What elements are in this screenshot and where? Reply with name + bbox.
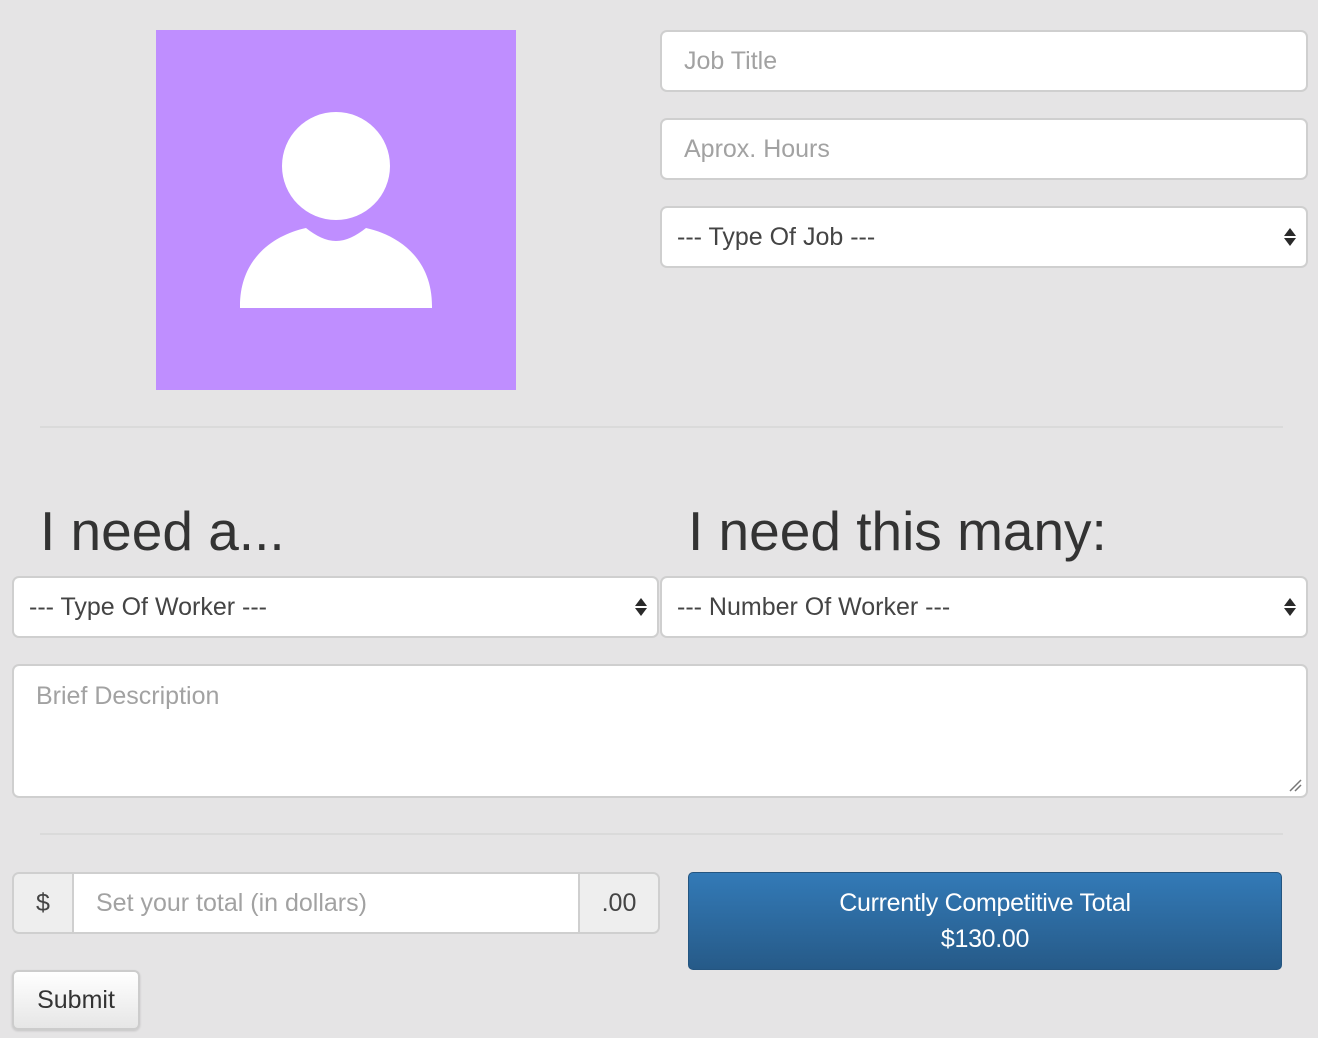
worker-count-select[interactable]: --- Number Of Worker ---: [660, 576, 1308, 638]
competitive-total-label: Currently Competitive Total: [839, 889, 1131, 917]
section-divider: [40, 426, 1283, 428]
resize-handle-icon[interactable]: [1288, 778, 1302, 792]
select-arrows-icon: [1284, 228, 1296, 246]
cents-addon: .00: [578, 874, 658, 932]
worker-type-select[interactable]: --- Type Of Worker ---: [12, 576, 659, 638]
worker-type-selected-value: --- Type Of Worker ---: [29, 592, 267, 621]
brief-description-placeholder: Brief Description: [36, 682, 220, 710]
section-divider: [40, 833, 1283, 835]
total-amount-input[interactable]: Set your total (in dollars): [74, 874, 578, 932]
brief-description-textarea[interactable]: Brief Description: [12, 664, 1308, 798]
user-silhouette-icon: [240, 112, 432, 308]
job-title-placeholder: Job Title: [684, 46, 778, 75]
worker-type-heading: I need a...: [40, 500, 285, 562]
job-type-select[interactable]: --- Type Of Job ---: [660, 206, 1308, 268]
currency-addon: $: [14, 874, 74, 932]
worker-count-heading: I need this many:: [688, 500, 1107, 562]
worker-count-selected-value: --- Number Of Worker ---: [677, 592, 951, 621]
approx-hours-placeholder: Aprox. Hours: [684, 134, 830, 163]
approx-hours-input[interactable]: Aprox. Hours: [660, 118, 1308, 180]
total-amount-placeholder: Set your total (in dollars): [96, 888, 367, 917]
select-arrows-icon: [635, 598, 647, 616]
job-title-input[interactable]: Job Title: [660, 30, 1308, 92]
select-arrows-icon: [1284, 598, 1296, 616]
job-type-selected-value: --- Type Of Job ---: [677, 222, 876, 251]
submit-button[interactable]: Submit: [12, 970, 140, 1030]
competitive-total-value: $130.00: [940, 925, 1030, 953]
avatar[interactable]: [156, 30, 516, 390]
competitive-total-button[interactable]: Currently Competitive Total $130.00: [688, 872, 1282, 970]
total-amount-input-group: $ Set your total (in dollars) .00: [12, 872, 660, 934]
